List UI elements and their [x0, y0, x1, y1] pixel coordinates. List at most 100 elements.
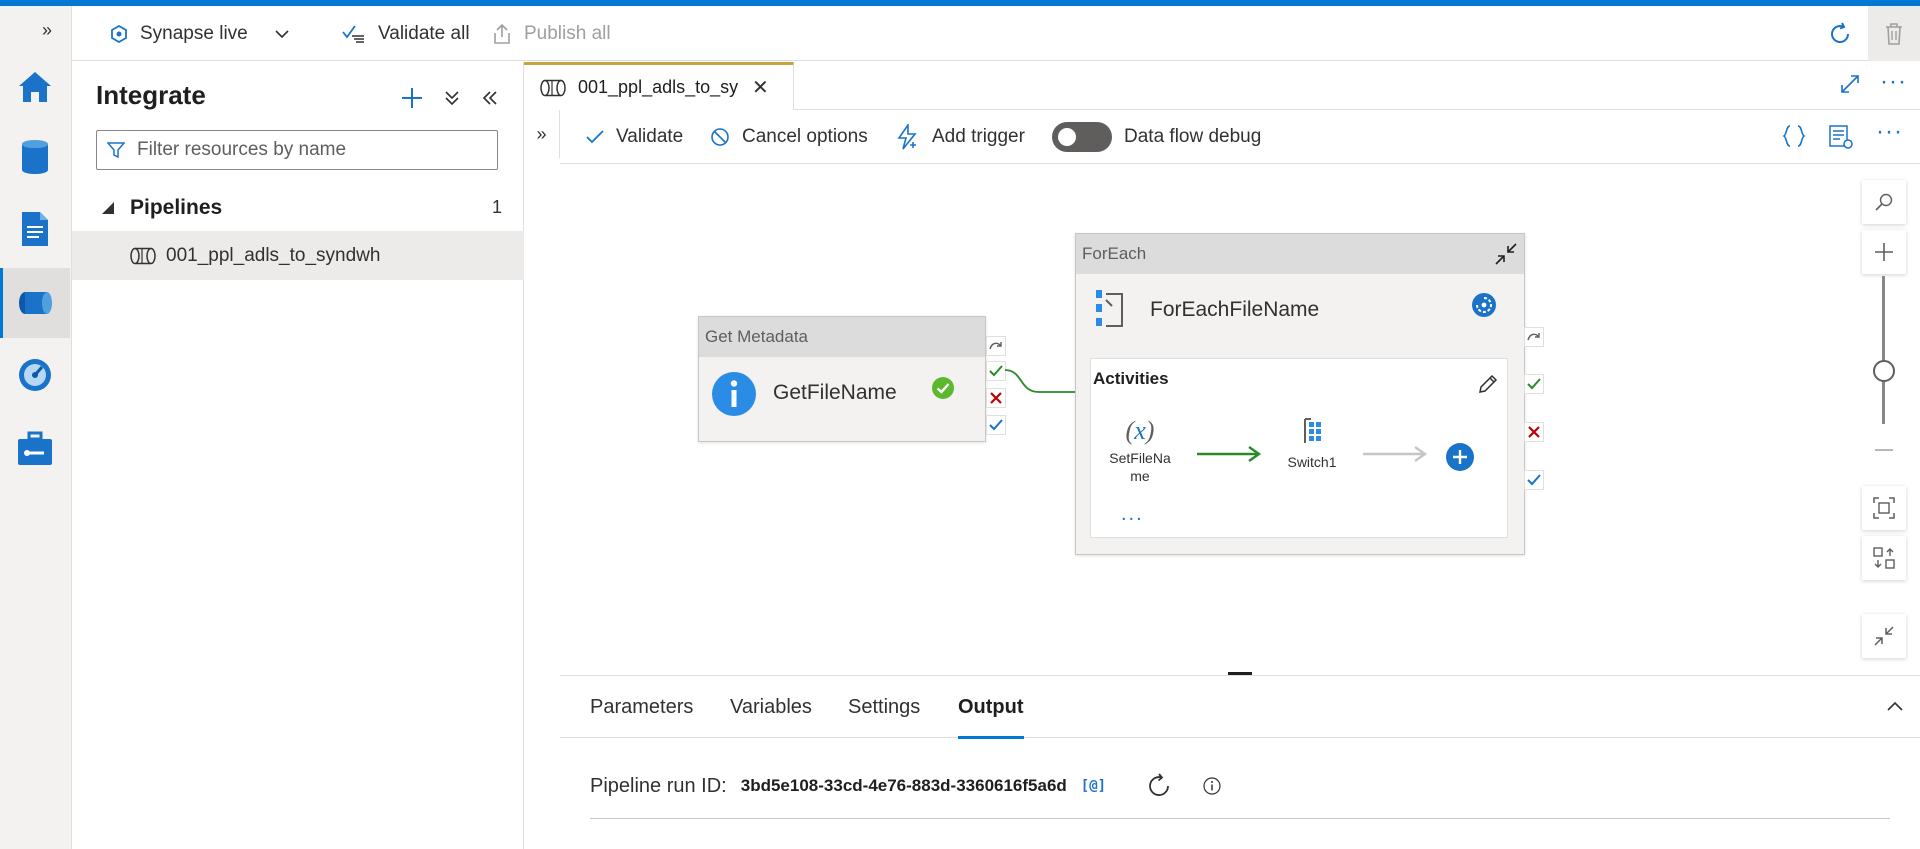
collapse-canvas-button[interactable]	[1862, 614, 1906, 658]
info-icon	[712, 372, 756, 416]
panel-title: Integrate	[96, 80, 206, 110]
completion-port-icon[interactable]	[1524, 470, 1544, 490]
tab-settings[interactable]: Settings	[848, 676, 920, 738]
trigger-icon	[897, 124, 917, 150]
activity-switch[interactable]: Switch1	[1277, 417, 1347, 477]
more-options-icon[interactable]: ···	[1876, 118, 1903, 146]
zoom-slider-thumb[interactable]	[1873, 360, 1895, 382]
chevron-double-down-icon	[445, 91, 459, 106]
expand-properties-button[interactable]: »	[524, 110, 560, 158]
validate-label: Validate	[616, 126, 684, 147]
add-activity-icon[interactable]	[1445, 442, 1475, 472]
publish-all-label: Publish all	[524, 22, 611, 44]
refresh-button[interactable]	[1814, 6, 1866, 61]
tab-output[interactable]: Output	[958, 676, 1024, 739]
code-icon[interactable]	[1782, 124, 1806, 153]
more-options-icon[interactable]: ···	[1880, 68, 1907, 96]
tree-item-pipeline[interactable]: 001_ppl_adls_to_syndwh	[72, 232, 524, 280]
run-id-value: 3bd5e108-33cd-4e76-883d-3360616f5a6d	[740, 776, 1067, 795]
checkmark-icon	[586, 130, 604, 144]
add-trigger-button[interactable]: Add trigger	[896, 110, 1025, 164]
caret-expanded-icon[interactable]	[102, 201, 114, 214]
expand-all-button[interactable]	[434, 80, 470, 116]
discard-all-button[interactable]	[1868, 6, 1920, 61]
validate-all-icon	[342, 24, 364, 43]
maximize-icon[interactable]	[1840, 74, 1860, 99]
tab-variables[interactable]: Variables	[730, 676, 812, 738]
search-canvas-button[interactable]	[1862, 180, 1906, 224]
foreach-icon	[1096, 290, 1123, 327]
top-toolbar: Synapse live Validate all Publish all	[72, 6, 1920, 61]
cancel-options-label: Cancel options	[742, 126, 868, 147]
success-port-icon[interactable]	[986, 361, 1006, 381]
integrate-icon[interactable]	[0, 268, 70, 338]
zoom-out-button[interactable]	[1862, 428, 1906, 472]
activities-title: Activities	[1093, 369, 1169, 388]
collapse-panel-button[interactable]	[472, 80, 508, 116]
more-activities-icon[interactable]: ...	[1121, 504, 1144, 524]
skip-port-icon[interactable]	[986, 336, 1006, 356]
monitor-icon[interactable]	[0, 340, 70, 410]
activities-container[interactable]: Activities (x) SetFileNa me Switch1 ...	[1090, 358, 1508, 538]
tab-label: 001_ppl_adls_to_sy...	[578, 77, 738, 97]
editor-tab-strip: 001_ppl_adls_to_sy... ✕ ···	[524, 62, 1920, 110]
data-icon[interactable]	[0, 122, 70, 192]
develop-icon[interactable]	[0, 194, 70, 264]
filter-resources-field[interactable]	[96, 130, 498, 170]
chevron-up-icon[interactable]	[1886, 700, 1904, 712]
activity-name: GetFileName	[773, 381, 897, 404]
info-icon[interactable]	[1202, 776, 1222, 796]
manage-icon[interactable]	[0, 414, 70, 484]
inner-success-arrow[interactable]	[1197, 445, 1263, 463]
properties-icon[interactable]	[1828, 124, 1854, 155]
output-divider	[590, 818, 1890, 819]
set-variable-name-line2: me	[1130, 468, 1150, 484]
fit-to-screen-icon	[1873, 497, 1895, 519]
tree-group-count: 1	[491, 197, 502, 217]
tree-group-pipelines[interactable]: Pipelines 1	[72, 184, 524, 232]
activity-foreach[interactable]: ForEach ForEachFileName Activities (x) S…	[1075, 233, 1525, 555]
zoom-to-fit-button[interactable]	[1862, 486, 1906, 530]
activity-set-variable[interactable]: (x) SetFileNa me	[1107, 417, 1173, 491]
failure-port-icon[interactable]	[986, 388, 1006, 408]
cancel-options-button[interactable]: Cancel options	[710, 110, 868, 164]
zoom-slider-track[interactable]	[1882, 276, 1885, 424]
close-icon[interactable]: ✕	[752, 75, 769, 100]
pipeline-run-row: Pipeline run ID: 3bd5e108-33cd-4e76-883d…	[590, 768, 1222, 804]
completion-port-icon[interactable]	[986, 415, 1006, 435]
expand-nav-icon[interactable]: »	[42, 20, 52, 41]
data-flow-debug-label: Data flow debug	[1124, 126, 1262, 147]
tab-parameters[interactable]: Parameters	[590, 676, 693, 738]
activity-get-metadata[interactable]: Get Metadata GetFileName	[698, 316, 986, 442]
failure-port-icon[interactable]	[1524, 422, 1544, 442]
pipeline-canvas[interactable]: Get Metadata GetFileName ForEach ForEach…	[560, 164, 1920, 674]
workspace-label: Synapse live	[140, 22, 248, 44]
filter-resources-input[interactable]	[137, 139, 477, 161]
tab-pipeline[interactable]: 001_ppl_adls_to_sy... ✕	[524, 62, 794, 110]
collapse-icon	[1874, 626, 1894, 646]
auto-align-button[interactable]	[1862, 536, 1906, 580]
validate-all-label: Validate all	[378, 22, 470, 44]
pipeline-icon	[540, 79, 566, 96]
data-flow-debug-toggle[interactable]: Data flow debug	[1052, 110, 1261, 164]
publish-all-button[interactable]: Publish all	[492, 6, 611, 61]
validate-button[interactable]: Validate	[586, 110, 683, 164]
activity-type-label: ForEach	[1076, 234, 1524, 274]
edit-pencil-icon[interactable]	[1477, 373, 1499, 395]
trash-icon	[1886, 22, 1902, 45]
refresh-icon[interactable]	[1146, 773, 1172, 799]
zoom-in-button[interactable]	[1862, 230, 1906, 274]
switch-name: Switch1	[1287, 454, 1337, 470]
toggle-switch[interactable]	[1052, 122, 1112, 152]
copy-run-id-icon[interactable]: [@]	[1081, 778, 1106, 794]
skip-port-icon[interactable]	[1524, 327, 1544, 347]
success-port-icon[interactable]	[1524, 374, 1544, 394]
zoom-in-icon	[1875, 243, 1893, 261]
collapse-icon[interactable]	[1494, 242, 1518, 266]
home-icon[interactable]	[0, 52, 70, 122]
chevron-double-right-icon: »	[536, 123, 547, 144]
validate-all-button[interactable]: Validate all	[342, 6, 470, 61]
workspace-selector[interactable]: Synapse live	[110, 6, 290, 61]
plus-icon	[402, 88, 422, 108]
add-resource-button[interactable]	[392, 80, 432, 116]
